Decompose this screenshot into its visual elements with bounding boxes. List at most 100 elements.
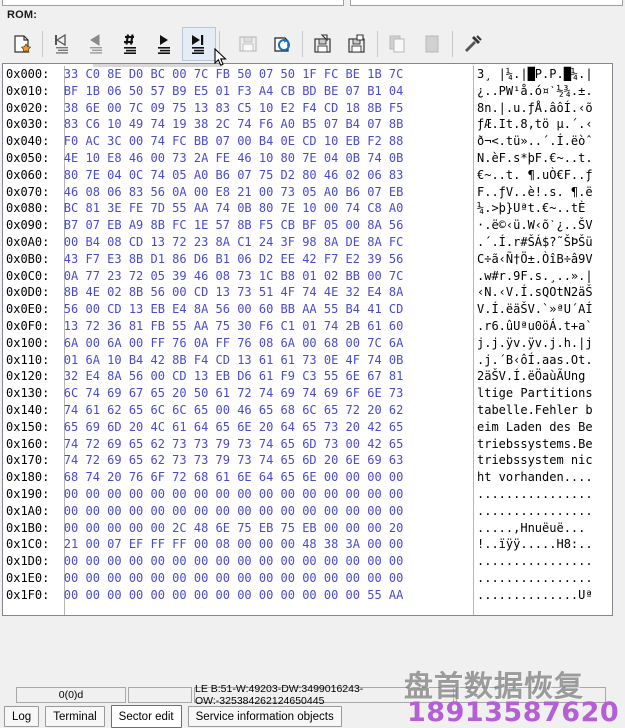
- hex-row[interactable]: 0x000: 33 C0 8E D0 BC 00 7C FB 50 07 50 …: [6, 66, 403, 83]
- hex-row-ascii[interactable]: ·.ë©‹ü.W‹õˋ¿..ŠV: [477, 217, 612, 234]
- refresh-sector-button[interactable]: [265, 27, 299, 61]
- hex-row-bytes[interactable]: 74 72 69 65 62 73 73 79 73 74 65 6D 20 6…: [64, 453, 404, 467]
- hex-row-bytes[interactable]: 00 00 00 00 00 00 00 00 00 00 00 00 00 0…: [64, 504, 404, 518]
- hex-row-bytes[interactable]: 13 72 36 81 FB 55 AA 75 30 F6 C1 01 74 2…: [64, 319, 404, 333]
- hex-row-ascii[interactable]: .´.Í.r#ŠÁ$?˜ŠÞŠü: [477, 234, 612, 251]
- hex-row-ascii[interactable]: triebssystem nic: [477, 452, 612, 469]
- hex-row[interactable]: 0x0E0: 56 00 CD 13 EB E4 8A 56 00 60 BB …: [6, 301, 403, 318]
- hex-row[interactable]: 0x130: 6C 74 69 67 65 20 50 61 72 74 69 …: [6, 385, 403, 402]
- hex-row-bytes[interactable]: BF 1B 06 50 57 B9 E5 01 F3 A4 CB BD BE 0…: [64, 84, 404, 98]
- hex-row-bytes[interactable]: 46 08 06 83 56 0A 00 E8 21 00 73 05 A0 B…: [64, 185, 404, 199]
- previous-sector-button[interactable]: [80, 27, 114, 61]
- hex-row-bytes[interactable]: 83 C6 10 49 74 19 38 2C 74 F6 A0 B5 07 B…: [64, 117, 404, 131]
- hex-row-ascii[interactable]: 8n.|.u.ƒÅ.âôÍ.‹õ: [477, 100, 612, 117]
- hex-row-bytes[interactable]: 00 00 00 00 00 00 00 00 00 00 00 00 00 0…: [64, 554, 404, 568]
- hex-row-bytes[interactable]: 56 00 CD 13 EB E4 8A 56 00 60 BB AA 55 B…: [64, 302, 404, 316]
- hex-row[interactable]: 0x110: 01 6A 10 B4 42 8B F4 CD 13 61 61 …: [6, 352, 403, 369]
- load-from-file-button[interactable]: [340, 27, 374, 61]
- hex-row-bytes[interactable]: 00 00 00 00 00 2C 48 6E 75 EB 75 EB 00 0…: [64, 521, 404, 535]
- hex-row[interactable]: 0x070: 46 08 06 83 56 0A 00 E8 21 00 73 …: [6, 184, 403, 201]
- hex-row-bytes[interactable]: 00 B4 08 CD 13 72 23 8A C1 24 3F 98 8A D…: [64, 235, 404, 249]
- hex-row-bytes[interactable]: 8B 4E 02 8B 56 00 CD 13 73 51 4F 74 4E 3…: [64, 285, 404, 299]
- hex-row-bytes[interactable]: 68 74 20 76 6F 72 68 61 6E 64 65 6E 00 0…: [64, 470, 404, 484]
- hex-row[interactable]: 0x1B0: 00 00 00 00 00 2C 48 6E 75 EB 75 …: [6, 520, 403, 537]
- hex-row-ascii[interactable]: 2äŠV.Í.ëÖaùÃUng: [477, 368, 612, 385]
- hex-row-ascii[interactable]: ht vorhanden....: [477, 469, 612, 486]
- hex-row[interactable]: 0x0F0: 13 72 36 81 FB 55 AA 75 30 F6 C1 …: [6, 318, 403, 335]
- save-sector-button[interactable]: [231, 27, 265, 61]
- hex-row[interactable]: 0x150: 65 69 6D 20 4C 61 64 65 6E 20 64 …: [6, 419, 403, 436]
- hex-row[interactable]: 0x160: 74 72 69 65 62 73 73 79 73 74 65 …: [6, 436, 403, 453]
- hex-row-bytes[interactable]: 0A 77 23 72 05 39 46 08 73 1C B8 01 02 B…: [64, 269, 404, 283]
- hex-row-ascii[interactable]: €~..t. ¶.uÒ€F..ƒ: [477, 167, 612, 184]
- hex-row[interactable]: 0x1A0: 00 00 00 00 00 00 00 00 00 00 00 …: [6, 503, 403, 520]
- hex-row-ascii[interactable]: ð¬<.tü»..´.Í.ëòˆ: [477, 133, 612, 150]
- hex-row-ascii[interactable]: j.j.ÿv.ÿv.j.h.|j: [477, 335, 612, 352]
- hex-row-ascii[interactable]: ‹N.‹V.Í.sQOtN2äŠ: [477, 284, 612, 301]
- hex-row[interactable]: 0x0D0: 8B 4E 02 8B 56 00 CD 13 73 51 4F …: [6, 284, 403, 301]
- hex-row[interactable]: 0x1C0: 21 00 07 EF FF FF 00 08 00 00 00 …: [6, 536, 403, 553]
- new-sector-button[interactable]: [5, 27, 39, 61]
- hex-row-ascii[interactable]: V.Í.ëäŠV.`»ªU´AÍ: [477, 301, 612, 318]
- hex-row-ascii[interactable]: ¿..PW¹å.ó¤ˋ½¾.±.: [477, 83, 612, 100]
- hex-row-bytes[interactable]: F0 AC 3C 00 74 FC BB 07 00 B4 0E CD 10 E…: [64, 134, 404, 148]
- hex-row-bytes[interactable]: B7 07 EB A9 8B FC 1E 57 8B F5 CB BF 05 0…: [64, 218, 404, 232]
- hex-row[interactable]: 0x050: 4E 10 E8 46 00 73 2A FE 46 10 80 …: [6, 150, 403, 167]
- hex-row-ascii[interactable]: eim Laden des Be: [477, 419, 612, 436]
- hex-row[interactable]: 0x140: 74 61 62 65 6C 6C 65 00 46 65 68 …: [6, 402, 403, 419]
- save-to-file-button[interactable]: [306, 27, 340, 61]
- last-sector-button[interactable]: [182, 27, 216, 61]
- hex-editor-panel[interactable]: 0x000: 33 C0 8E D0 BC 00 7C FB 50 07 50 …: [2, 63, 613, 616]
- tab-service-information-objects[interactable]: Service information objects: [187, 706, 342, 727]
- hex-row[interactable]: 0x120: 32 E4 8A 56 00 CD 13 EB D6 61 F9 …: [6, 368, 403, 385]
- hex-ascii-column[interactable]: 3¸ |¼.|█P.P.█¼.| ¿..PW¹å.ó¤ˋ½¾.±. 8n.|.u.ƒ…: [477, 66, 612, 604]
- hex-row[interactable]: 0x170: 74 72 69 65 62 73 73 79 73 74 65 …: [6, 452, 403, 469]
- tab-terminal[interactable]: Terminal: [45, 706, 105, 727]
- hex-row-bytes[interactable]: 00 00 00 00 00 00 00 00 00 00 00 00 00 0…: [64, 571, 404, 585]
- hex-row[interactable]: 0x0B0: 43 F7 E3 8B D1 86 D6 B1 06 D2 EE …: [6, 251, 403, 268]
- hex-row[interactable]: 0x020: 38 6E 00 7C 09 75 13 83 C5 10 E2 …: [6, 100, 403, 117]
- hex-row-ascii[interactable]: F..ƒV..è!.s. ¶.ë: [477, 184, 612, 201]
- hex-row[interactable]: 0x190: 00 00 00 00 00 00 00 00 00 00 00 …: [6, 486, 403, 503]
- hex-row[interactable]: 0x060: 80 7E 04 0C 74 05 A0 B6 07 75 D2 …: [6, 167, 403, 184]
- hex-row-ascii[interactable]: 3¸ |¼.|█P.P.█¼.|: [477, 66, 612, 83]
- tab-log[interactable]: Log: [4, 706, 40, 727]
- hex-row-bytes[interactable]: 6C 74 69 67 65 20 50 61 72 74 69 74 69 6…: [64, 386, 404, 400]
- hex-row-ascii[interactable]: .w#r.9F.s.¸..».|: [477, 268, 612, 285]
- hex-row-ascii[interactable]: .j.´B‹ôÍ.aas.Ot.: [477, 352, 612, 369]
- hex-row-ascii[interactable]: .....,Hnuëuë...: [477, 520, 612, 537]
- first-sector-button[interactable]: [46, 27, 80, 61]
- tools-button[interactable]: [456, 27, 490, 61]
- hex-row-bytes[interactable]: 01 6A 10 B4 42 8B F4 CD 13 61 61 73 0E 4…: [64, 353, 404, 367]
- tab-sector-edit[interactable]: Sector edit: [110, 705, 182, 728]
- hex-row-bytes[interactable]: 00 00 00 00 00 00 00 00 00 00 00 00 00 0…: [64, 588, 404, 602]
- hex-row-ascii[interactable]: ................: [477, 570, 612, 587]
- hex-row-bytes[interactable]: 80 7E 04 0C 74 05 A0 B6 07 75 D2 80 46 0…: [64, 168, 404, 182]
- hex-row-ascii[interactable]: .r6.ûUªu0öÁ.t+a`: [477, 318, 612, 335]
- hex-row-ascii[interactable]: ................: [477, 486, 612, 503]
- hex-row-ascii[interactable]: C÷ã‹Ñ†Ö±.ÒîB÷â9V: [477, 251, 612, 268]
- hex-row[interactable]: 0x080: BC 81 3E FE 7D 55 AA 74 0B 80 7E …: [6, 200, 403, 217]
- hex-row[interactable]: 0x1F0: 00 00 00 00 00 00 00 00 00 00 00 …: [6, 587, 403, 604]
- hex-row-bytes[interactable]: 32 E4 8A 56 00 CD 13 EB D6 61 F9 C3 55 6…: [64, 369, 404, 383]
- copy-button[interactable]: [381, 27, 415, 61]
- hex-row[interactable]: 0x1D0: 00 00 00 00 00 00 00 00 00 00 00 …: [6, 553, 403, 570]
- hex-byte-grid[interactable]: 0x000: 33 C0 8E D0 BC 00 7C FB 50 07 50 …: [3, 66, 403, 604]
- hex-row[interactable]: 0x090: B7 07 EB A9 8B FC 1E 57 8B F5 CB …: [6, 217, 403, 234]
- hex-row[interactable]: 0x100: 6A 00 6A 00 FF 76 0A FF 76 08 6A …: [6, 335, 403, 352]
- paste-button[interactable]: [415, 27, 449, 61]
- hex-row[interactable]: 0x0A0: 00 B4 08 CD 13 72 23 8A C1 24 3F …: [6, 234, 403, 251]
- hex-row[interactable]: 0x030: 83 C6 10 49 74 19 38 2C 74 F6 A0 …: [6, 116, 403, 133]
- goto-sector-button[interactable]: [114, 27, 148, 61]
- hex-row-bytes[interactable]: BC 81 3E FE 7D 55 AA 74 0B 80 7E 10 00 7…: [64, 201, 404, 215]
- hex-row-ascii[interactable]: N.èF.s*þF.€~..t.: [477, 150, 612, 167]
- hex-row-bytes[interactable]: 65 69 6D 20 4C 61 64 65 6E 20 64 65 73 2…: [64, 420, 404, 434]
- hex-row-ascii[interactable]: ................: [477, 553, 612, 570]
- hex-row-bytes[interactable]: 33 C0 8E D0 BC 00 7C FB 50 07 50 1F FC B…: [64, 67, 404, 81]
- hex-row-bytes[interactable]: 43 F7 E3 8B D1 86 D6 B1 06 D2 EE 42 F7 E…: [64, 252, 404, 266]
- hex-row-ascii[interactable]: ¼.>þ}Uªt.€~..tÈ: [477, 200, 612, 217]
- hex-row-ascii[interactable]: ................: [477, 503, 612, 520]
- hex-row[interactable]: 0x0C0: 0A 77 23 72 05 39 46 08 73 1C B8 …: [6, 268, 403, 285]
- next-sector-button[interactable]: [148, 27, 182, 61]
- hex-row[interactable]: 0x010: BF 1B 06 50 57 B9 E5 01 F3 A4 CB …: [6, 83, 403, 100]
